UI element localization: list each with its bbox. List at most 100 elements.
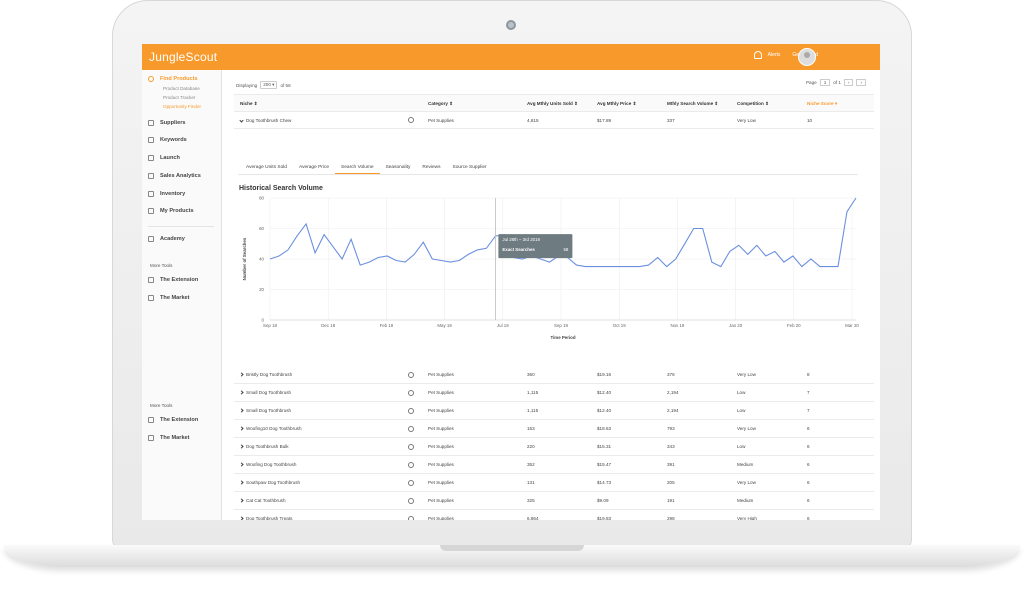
x-tick-label: Dec 18 (321, 323, 335, 328)
page-input[interactable]: 1 (819, 79, 831, 86)
table-row[interactable]: Southpaw Dog Toothbrush Pet Supplies 131 $1… (234, 474, 874, 492)
alerts-link[interactable]: Alerts (768, 52, 781, 58)
sidebar-item-inventory[interactable]: Inventory (148, 191, 185, 197)
sidebar-subitem-product-tracker[interactable]: Product Tracker (163, 95, 195, 100)
header-units[interactable]: Avg Mthly Units Sold ⇕ (527, 101, 578, 107)
sidebar-divider (148, 226, 214, 227)
per-page-select[interactable]: 200 ▾ (260, 81, 278, 89)
tooltip-value: 58 (563, 247, 568, 252)
puzzle-icon (148, 277, 154, 283)
target-icon[interactable] (408, 117, 414, 123)
table-row[interactable]: Small Dog Toothbrush Pet Supplies 1,115 $12… (234, 402, 874, 420)
row-competition: Medium (737, 498, 754, 503)
table-row[interactable]: Small Dog Toothbrush Pet Supplies 1,115 $12… (234, 384, 874, 402)
target-icon[interactable] (408, 372, 414, 378)
chevron-right-icon[interactable] (239, 444, 244, 449)
tab-average-units-sold[interactable]: Average Units Sold (240, 163, 293, 174)
row-category: Pet Supplies (428, 118, 454, 123)
header-niche[interactable]: Niche ⇕ (240, 101, 258, 107)
table-row[interactable]: Dog Toothbrush Bulk Pet Supplies 220 $15.31… (234, 438, 874, 456)
row-volume: 337 (667, 118, 675, 123)
search-volume-chart: 0 20 40 60 80 Sep 18 Dec 18 Feb 19 May 19 Jul 19 S… (242, 196, 859, 341)
row-category: Pet Supplies (428, 426, 454, 431)
chevron-right-icon[interactable] (239, 408, 244, 413)
row-name-text: Bristly Dog Toothbrush (246, 372, 293, 377)
target-icon[interactable] (408, 516, 414, 520)
table-row[interactable]: Dog Toothbrush Treats Pet Supplies 6,864 $1… (234, 510, 874, 520)
x-tick-label: Sep 19 (554, 323, 568, 328)
row-score: 6 (807, 426, 810, 431)
row-name-text: Southpaw Dog Toothbrush (246, 480, 301, 485)
row-score: 7 (807, 408, 810, 413)
row-category: Pet Supplies (428, 408, 454, 413)
prev-page-button[interactable]: ‹ (843, 79, 854, 86)
row-units: 1,115 (527, 408, 539, 413)
chevron-right-icon[interactable] (239, 480, 244, 485)
chevron-right-icon[interactable] (239, 462, 244, 467)
table-row[interactable]: Woofing10 Dog Toothbrush Pet Supplies 153 $… (234, 420, 874, 438)
sidebar-item-market[interactable]: The Market (148, 295, 190, 301)
webcam (506, 20, 516, 30)
bell-icon[interactable] (753, 51, 762, 59)
row-category: Pet Supplies (428, 516, 454, 520)
target-icon[interactable] (408, 480, 414, 486)
row-category: Pet Supplies (428, 372, 454, 377)
row-name: Dog Toothbrush Chew (239, 118, 291, 123)
row-score: 10 (807, 118, 813, 123)
sidebar-subitem-opportunity-finder[interactable]: Opportunity Finder (163, 104, 201, 109)
row-price: $19.16 (597, 372, 612, 377)
sidebar-item-my-products[interactable]: My Products (148, 208, 194, 214)
display-count: Displaying 200 ▾ of 56 (236, 81, 291, 89)
row-competition: Low (737, 390, 746, 395)
table-row[interactable]: Woofing Dog Toothbrush Pet Supplies 352 $15… (234, 456, 874, 474)
chevron-right-icon[interactable] (239, 426, 244, 431)
header-price[interactable]: Avg Mthly Price ⇕ (597, 101, 636, 107)
laptop-frame: JungleScout Alerts Get Started Find Prod… (0, 0, 1024, 589)
target-icon[interactable] (408, 444, 414, 450)
book-icon (148, 236, 154, 242)
sidebar-item-market[interactable]: The Market (148, 435, 190, 441)
table-row[interactable]: Bristly Dog Toothbrush Pet Supplies 360 $19… (234, 366, 874, 384)
sidebar-subitem-product-database[interactable]: Product Database (163, 86, 200, 91)
tab-reviews[interactable]: Reviews (416, 163, 446, 174)
tooltip-label: Exact Searches (502, 247, 535, 252)
header-competition[interactable]: Competition ⇕ (737, 101, 769, 107)
target-icon[interactable] (408, 498, 414, 504)
row-competition: Very Low (737, 118, 756, 123)
header-category[interactable]: Category ⇕ (428, 101, 453, 107)
sidebar-item-extension[interactable]: The Extension (148, 277, 198, 283)
sidebar-item-academy[interactable]: Academy (148, 236, 185, 242)
table-row-expanded[interactable]: Dog Toothbrush Chew Pet Supplies 4,815 $… (234, 112, 874, 129)
row-name-text: Woofing Dog Toothbrush (246, 462, 297, 467)
sidebar-item-find-products[interactable]: Find Products (148, 76, 198, 82)
chevron-right-icon[interactable] (239, 390, 244, 395)
displaying-label: Displaying (236, 82, 258, 88)
next-page-button[interactable]: › (856, 79, 866, 86)
chevron-right-icon[interactable] (239, 372, 244, 377)
target-icon[interactable] (408, 426, 414, 432)
chevron-right-icon[interactable] (239, 516, 244, 520)
row-price: $17.89 (597, 118, 612, 123)
tab-average-price[interactable]: Average Price (293, 163, 335, 174)
chevron-down-icon[interactable] (239, 118, 244, 123)
tab-search-volume[interactable]: Search Volume (335, 163, 380, 174)
header-niche-score[interactable]: Niche Score ▾ (807, 101, 837, 107)
table-row[interactable]: Cat Cat Toothbrush Pet Supplies 325 $9.09 19… (234, 492, 874, 510)
avatar[interactable] (798, 48, 816, 66)
row-units: 131 (527, 480, 535, 485)
sidebar-item-extension[interactable]: The Extension (148, 417, 198, 423)
tab-source-supplier[interactable]: Source Supplier (447, 163, 493, 174)
tabs-divider (238, 174, 858, 175)
tab-seasonality[interactable]: Seasonality (380, 163, 417, 174)
header-volume[interactable]: Mthly Search Volume ⇕ (667, 101, 718, 107)
chevron-right-icon[interactable] (239, 498, 244, 503)
target-icon[interactable] (408, 462, 414, 468)
target-icon[interactable] (408, 390, 414, 396)
app-logo[interactable]: JungleScout (149, 50, 217, 64)
sidebar-item-launch[interactable]: Launch (148, 155, 180, 161)
target-icon[interactable] (408, 408, 414, 414)
sidebar-item-suppliers[interactable]: Suppliers (148, 120, 186, 126)
row-name-text: Cat Cat Toothbrush (246, 498, 286, 503)
sidebar-item-keywords[interactable]: Keywords (148, 137, 187, 143)
sidebar-item-sales-analytics[interactable]: Sales Analytics (148, 173, 201, 179)
